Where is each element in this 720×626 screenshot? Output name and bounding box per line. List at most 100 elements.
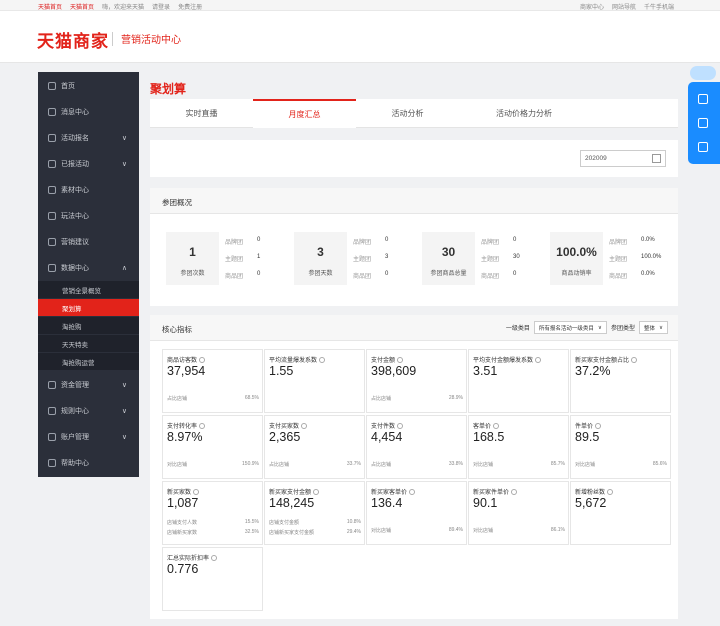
row-label: 品牌团 xyxy=(609,240,628,246)
tmall-merchant-logo[interactable]: 天猫商家 xyxy=(37,27,109,52)
help-circle-icon[interactable] xyxy=(199,357,206,364)
core-metrics-header: 核心指标 一级类目 所有报名活动一级类目 ∨ 参团类型 整体 ∨ xyxy=(150,315,678,341)
help-circle-icon[interactable] xyxy=(631,357,638,364)
help-circle-icon[interactable] xyxy=(409,489,416,496)
row-label: 商品团 xyxy=(353,274,372,280)
help-circle-icon[interactable] xyxy=(319,357,326,364)
sidebar-item-messages[interactable]: 消息中心 xyxy=(38,99,139,125)
month-picker[interactable]: 202009 xyxy=(580,150,666,167)
help-circle-icon[interactable] xyxy=(607,489,614,496)
rules-icon xyxy=(48,407,56,415)
row-value: 1 xyxy=(257,254,261,260)
topbar-site-nav[interactable]: 网站导航 xyxy=(612,2,636,11)
sidebar-item-rules[interactable]: 规则中心 ∨ xyxy=(38,398,139,424)
help-circle-icon[interactable] xyxy=(193,489,200,496)
help-circle-icon[interactable] xyxy=(535,357,542,364)
sidebar-item-label: 消息中心 xyxy=(61,109,89,116)
row-value: 100.0% xyxy=(641,254,662,260)
metric-value: 37,954 xyxy=(167,364,206,378)
overview-row: 商品团 0 xyxy=(353,271,388,280)
help-circle-icon[interactable] xyxy=(313,489,320,496)
metric-card: 新买家件单价 90.1 对比店铺 86.1% xyxy=(468,481,569,545)
overview-label: 参团天数 xyxy=(308,271,333,277)
tab-activity-analysis[interactable]: 活动分析 xyxy=(356,99,459,128)
help-circle-icon[interactable] xyxy=(511,489,518,496)
tab-monthly-summary[interactable]: 月度汇总 xyxy=(253,99,356,128)
metric-sub-value: 32.5% xyxy=(244,529,259,535)
sidebar-item-label: 数据中心 xyxy=(61,265,89,272)
sidebar-subitem-taoqianggou[interactable]: 淘抢购 xyxy=(38,317,139,334)
row-value: 0.0% xyxy=(641,237,655,243)
help-circle-icon[interactable] xyxy=(493,423,500,430)
sidebar-item-activity-signup[interactable]: 活动报名 ∨ xyxy=(38,125,139,151)
sidebar-item-label: 账户管理 xyxy=(61,434,89,441)
metric-value: 37.2% xyxy=(575,364,611,378)
sidebar-item-label: 已报活动 xyxy=(61,161,89,168)
topbar-link-tmall-home-2[interactable]: 天猫首页 xyxy=(70,2,94,11)
metric-card: 汇总实际折扣率 0.776 xyxy=(162,547,263,611)
sidebar-item-label: 营销建议 xyxy=(61,239,89,246)
tool-icon[interactable] xyxy=(698,142,708,152)
metric-label: 件单价 xyxy=(575,421,602,430)
overview-group: 3 参团天数 品牌团 0 主题团 3 商品团 0 xyxy=(294,232,414,289)
sidebar-item-label: 规则中心 xyxy=(61,408,89,415)
help-circle-icon[interactable] xyxy=(199,423,206,430)
metric-label: 平均流量爆发系数 xyxy=(269,355,326,364)
sidebar-subitem-qianggou-ops[interactable]: 淘抢购运营 xyxy=(38,353,139,370)
sidebar-subitem-overview[interactable]: 营销全景概览 xyxy=(38,281,139,298)
sidebar-item-label: 帮助中心 xyxy=(61,460,89,467)
metric-value: 1,087 xyxy=(167,496,199,510)
metric-sub-label: 对比店铺 xyxy=(167,462,188,468)
topbar-register-link[interactable]: 免费注册 xyxy=(178,2,202,11)
sidebar-item-materials[interactable]: 素材中心 xyxy=(38,177,139,203)
metric-card: 客单价 168.5 对比店铺 85.7% xyxy=(468,415,569,479)
header-subtitle: 营销活动中心 xyxy=(121,35,181,46)
topbar-login-link[interactable]: 请登录 xyxy=(152,2,170,11)
metric-label: 商品访客数 xyxy=(167,355,206,364)
sidebar-item-help[interactable]: 帮助中心 xyxy=(38,450,139,476)
bell-icon[interactable] xyxy=(698,94,708,104)
sidebar-item-data-center[interactable]: 数据中心 ∧ xyxy=(38,255,139,281)
metric-sub-row: 对比店铺 85.7% xyxy=(473,461,565,468)
sidebar-item-label: 资金管理 xyxy=(61,382,89,389)
sidebar-item-joined-activities[interactable]: 已报活动 ∨ xyxy=(38,151,139,177)
type-select[interactable]: 整体 ∨ xyxy=(638,321,668,334)
row-value: 0 xyxy=(513,237,517,243)
category-select-value: 所有报名活动一级类目 xyxy=(538,325,594,332)
metric-label: 平均支付金额爆发系数 xyxy=(473,355,542,364)
sidebar-item-home[interactable]: 首页 xyxy=(38,73,139,99)
material-icon xyxy=(48,186,56,194)
overview-row: 品牌团 0 xyxy=(225,237,260,246)
help-circle-icon[interactable] xyxy=(301,423,308,430)
metric-card: 新买家客单价 136.4 对比店铺 89.4% xyxy=(366,481,467,545)
metric-card: 支付件数 4,454 占比店铺 33.8% xyxy=(366,415,467,479)
category-select[interactable]: 所有报名活动一级类目 ∨ xyxy=(533,321,607,334)
topbar-link-tmall-home[interactable]: 天猫首页 xyxy=(38,2,62,11)
feedback-icon[interactable] xyxy=(698,118,708,128)
metric-sub-label: 对比店铺 xyxy=(575,462,596,468)
sidebar-subitem-juhuasuan[interactable]: 聚划算 xyxy=(38,299,139,316)
metric-value: 90.1 xyxy=(473,496,498,510)
cloud-mascot-icon[interactable] xyxy=(690,66,716,80)
row-label: 商品团 xyxy=(481,274,500,280)
tab-price-power-analysis[interactable]: 活动价格力分析 xyxy=(459,99,589,128)
metric-card: 支付转化率 8.97% 对比店铺 150.9% xyxy=(162,415,263,479)
funds-icon xyxy=(48,381,56,389)
metric-sub-row: 占比店铺 33.7% xyxy=(269,461,361,468)
account-icon xyxy=(48,433,56,441)
tab-live[interactable]: 实时直播 xyxy=(150,99,253,128)
metric-sub-value: 85.7% xyxy=(550,461,565,467)
help-circle-icon[interactable] xyxy=(211,555,218,562)
sidebar-item-gameplay[interactable]: 玩法中心 xyxy=(38,203,139,229)
help-circle-icon[interactable] xyxy=(397,357,404,364)
sidebar-item-marketing-advice[interactable]: 营销建议 xyxy=(38,229,139,255)
help-circle-icon[interactable] xyxy=(595,423,602,430)
topbar-mobile-app[interactable]: 千牛手机端 xyxy=(644,2,674,11)
metric-value: 8.97% xyxy=(167,430,203,444)
sidebar-item-account[interactable]: 账户管理 ∨ xyxy=(38,424,139,450)
sidebar-subitem-daily-sale[interactable]: 天天特卖 xyxy=(38,335,139,352)
sidebar-item-funds[interactable]: 资金管理 ∨ xyxy=(38,372,139,398)
help-circle-icon[interactable] xyxy=(397,423,404,430)
topbar-merchant-center[interactable]: 商家中心 xyxy=(580,2,604,11)
calendar-icon[interactable] xyxy=(652,154,661,163)
